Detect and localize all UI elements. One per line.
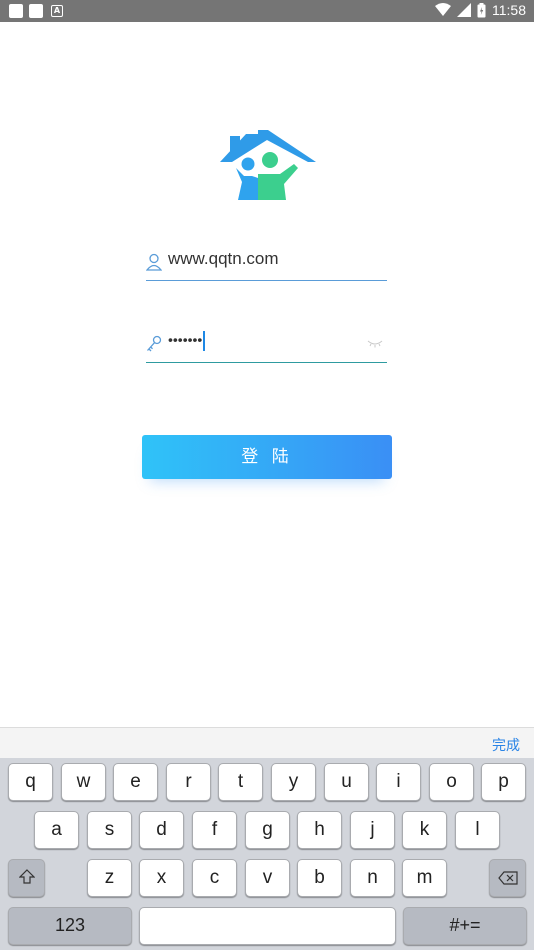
status-bar: A 11:58 xyxy=(0,0,534,22)
status-right: 11:58 xyxy=(435,2,526,18)
done-button[interactable]: 完成 xyxy=(492,735,520,755)
status-left-icons: A xyxy=(9,4,63,18)
key-icon xyxy=(147,335,162,352)
keyboard-toolbar: 完成 xyxy=(0,727,534,758)
key-p[interactable]: p xyxy=(481,763,526,801)
key-c[interactable]: c xyxy=(192,859,237,897)
soft-keyboard: q w e r t y u i o p a s d f g h j k l z … xyxy=(0,758,534,950)
eye-closed-icon[interactable] xyxy=(367,340,383,348)
shift-key[interactable] xyxy=(8,859,45,897)
username-input-value[interactable]: www.qqtn.com xyxy=(168,249,279,269)
key-q[interactable]: q xyxy=(8,763,53,801)
key-g[interactable]: g xyxy=(245,811,290,849)
login-button[interactable]: 登 陆 xyxy=(142,435,392,479)
key-e[interactable]: e xyxy=(113,763,158,801)
a-letter-icon: A xyxy=(51,5,63,17)
key-b[interactable]: b xyxy=(297,859,342,897)
password-dots: ••••••• xyxy=(168,331,203,348)
key-d[interactable]: d xyxy=(139,811,184,849)
symbols-key[interactable]: #+= xyxy=(403,907,527,945)
backspace-key[interactable] xyxy=(489,859,526,897)
key-s[interactable]: s xyxy=(87,811,132,849)
backspace-icon xyxy=(497,871,518,885)
notification-square-icon xyxy=(9,4,23,18)
key-j[interactable]: j xyxy=(350,811,395,849)
key-k[interactable]: k xyxy=(402,811,447,849)
key-v[interactable]: v xyxy=(245,859,290,897)
username-field[interactable]: www.qqtn.com xyxy=(146,247,387,281)
wifi-icon xyxy=(435,3,451,16)
shift-arrow-icon xyxy=(18,869,35,884)
key-f[interactable]: f xyxy=(192,811,237,849)
key-m[interactable]: m xyxy=(402,859,447,897)
key-a[interactable]: a xyxy=(34,811,79,849)
key-w[interactable]: w xyxy=(61,763,106,801)
signal-icon xyxy=(457,3,471,17)
key-x[interactable]: x xyxy=(139,859,184,897)
key-z[interactable]: z xyxy=(87,859,132,897)
key-n[interactable]: n xyxy=(350,859,395,897)
space-key[interactable] xyxy=(139,907,396,945)
password-input-value[interactable]: ••••••• xyxy=(168,331,206,351)
key-y[interactable]: y xyxy=(271,763,316,801)
login-screen: A 11:58 www.qqtn.com ••••••• 登 陆 完成 q w … xyxy=(0,0,534,950)
text-cursor xyxy=(203,331,206,351)
key-t[interactable]: t xyxy=(218,763,263,801)
numbers-key[interactable]: 123 xyxy=(8,907,132,945)
app-logo-icon xyxy=(220,130,316,200)
status-time: 11:58 xyxy=(492,2,526,18)
key-h[interactable]: h xyxy=(297,811,342,849)
key-i[interactable]: i xyxy=(376,763,421,801)
user-icon xyxy=(146,253,162,271)
key-r[interactable]: r xyxy=(166,763,211,801)
battery-icon xyxy=(477,2,486,17)
key-l[interactable]: l xyxy=(455,811,500,849)
key-o[interactable]: o xyxy=(429,763,474,801)
password-field[interactable]: ••••••• xyxy=(146,329,387,363)
notification-square-icon xyxy=(29,4,43,18)
key-u[interactable]: u xyxy=(324,763,369,801)
